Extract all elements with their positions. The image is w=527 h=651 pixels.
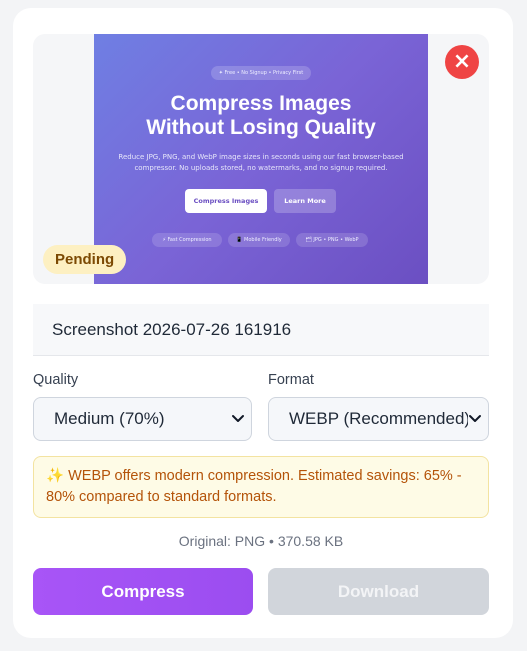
download-button[interactable]: Download xyxy=(268,568,489,615)
chevron-down-icon xyxy=(468,398,482,440)
quality-selected-value: Medium (70%) xyxy=(54,409,165,428)
thumbnail-subtitle: Reduce JPG, PNG, and WebP image sizes in… xyxy=(118,153,404,172)
original-file-info: Original: PNG • 370.58 KB xyxy=(178,533,344,549)
thumbnail-pill: 📱 Mobile Friendly xyxy=(228,233,290,247)
format-select[interactable]: WEBP (Recommended) xyxy=(268,397,489,441)
status-badge: Pending xyxy=(43,245,127,274)
format-info-notice: ✨ WEBP offers modern compression. Estima… xyxy=(33,456,489,518)
thumbnail-pill: 🗂 JPG • PNG • WebP xyxy=(296,233,368,247)
chevron-down-icon xyxy=(232,415,244,422)
image-preview: ✦ Free • No Signup • Privacy First Compr… xyxy=(33,34,489,284)
thumbnail-title-line2: Without Losing Quality xyxy=(146,116,376,139)
image-card: ✦ Free • No Signup • Privacy First Compr… xyxy=(13,8,513,638)
compress-button[interactable]: Compress xyxy=(33,568,253,615)
thumbnail-pill: ⚡ Fast Compression xyxy=(152,233,222,247)
format-label: Format xyxy=(268,372,314,388)
close-icon: × xyxy=(452,49,472,74)
format-info-text: WEBP offers modern compression. Estimate… xyxy=(46,468,462,505)
filename-display[interactable]: Screenshot 2026-07-26 161916 xyxy=(33,304,489,356)
thumbnail-title: Compress Images Without Losing Quality xyxy=(94,92,428,140)
thumbnail-primary-button: Compress Images xyxy=(185,189,267,213)
thumbnail-title-line1: Compress Images xyxy=(170,92,352,115)
sparkles-icon: ✨ xyxy=(46,468,65,484)
thumbnail-badge: ✦ Free • No Signup • Privacy First xyxy=(211,66,311,80)
quality-label: Quality xyxy=(33,372,79,388)
thumbnail-secondary-button: Learn More xyxy=(274,189,336,213)
format-selected-value: WEBP (Recommended) xyxy=(289,409,471,428)
image-thumbnail: ✦ Free • No Signup • Privacy First Compr… xyxy=(94,34,428,284)
quality-select[interactable]: Medium (70%) xyxy=(33,397,252,441)
remove-image-button[interactable]: × xyxy=(445,45,479,79)
